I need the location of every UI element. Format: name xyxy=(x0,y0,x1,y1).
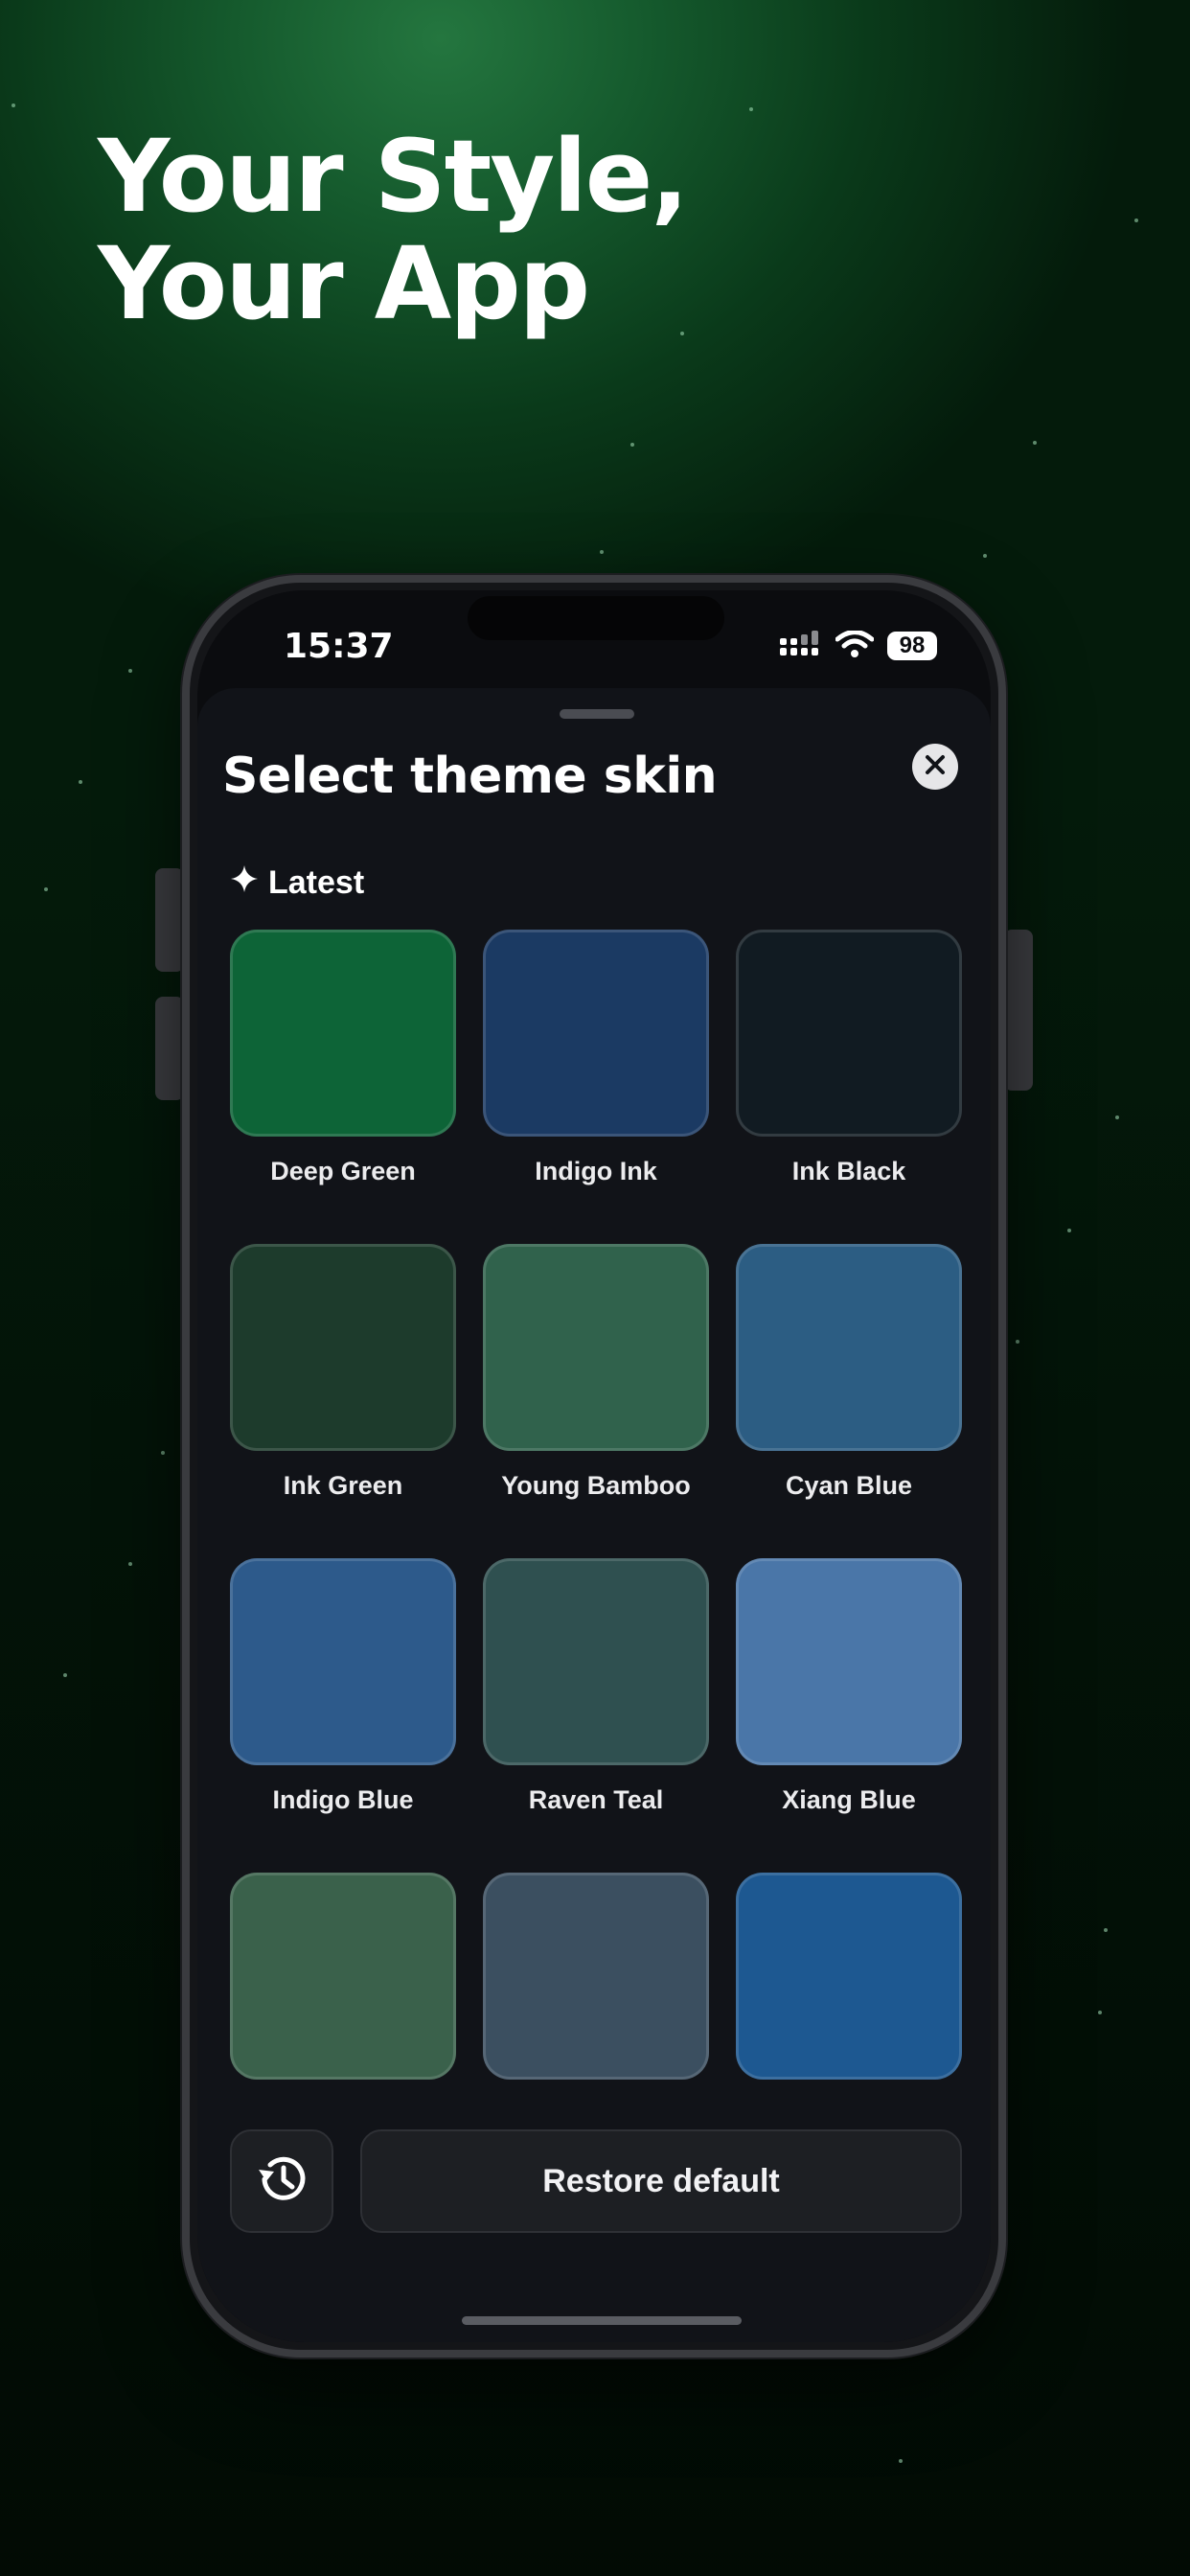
status-icons: 98 xyxy=(780,627,937,665)
theme-swatch[interactable] xyxy=(483,1873,709,2080)
theme-swatch[interactable] xyxy=(736,1558,962,1765)
theme-swatch[interactable] xyxy=(736,1873,962,2080)
theme-swatch[interactable] xyxy=(230,1558,456,1765)
battery-icon: 98 xyxy=(887,632,937,660)
theme-swatch[interactable] xyxy=(230,1244,456,1451)
phone-volume-down-button xyxy=(155,997,184,1100)
theme-swatch[interactable] xyxy=(230,1873,456,2080)
sheet-grabber[interactable] xyxy=(560,709,634,719)
wifi-icon xyxy=(835,629,875,662)
star-decoration xyxy=(899,2459,903,2463)
dynamic-island xyxy=(468,596,724,640)
phone-screen: 15:37 98 Select theme skin Latest Deep G… xyxy=(197,590,991,2342)
theme-swatch[interactable] xyxy=(230,930,456,1137)
theme-swatch[interactable] xyxy=(483,930,709,1137)
phone-power-button xyxy=(1004,930,1033,1091)
star-decoration xyxy=(1067,1229,1071,1232)
status-time: 15:37 xyxy=(284,627,394,666)
star-decoration xyxy=(128,1562,132,1566)
star-decoration xyxy=(1098,2011,1102,2014)
star-decoration xyxy=(1033,441,1037,445)
theme-option[interactable]: Ink Green xyxy=(230,1244,456,1501)
star-decoration xyxy=(749,107,753,111)
history-button[interactable] xyxy=(230,2129,333,2233)
star-decoration xyxy=(79,780,82,784)
theme-option[interactable]: Indigo Blue xyxy=(230,1558,456,1815)
star-decoration xyxy=(63,1673,67,1677)
theme-option[interactable] xyxy=(483,1873,709,2080)
phone-frame: 15:37 98 Select theme skin Latest Deep G… xyxy=(182,575,1006,2358)
star-decoration xyxy=(600,550,604,554)
star-decoration xyxy=(1115,1116,1119,1119)
theme-swatch[interactable] xyxy=(736,1244,962,1451)
theme-swatch[interactable] xyxy=(483,1558,709,1765)
theme-option[interactable]: Deep Green xyxy=(230,930,456,1186)
theme-option[interactable]: Young Bamboo xyxy=(483,1244,709,1501)
theme-name: Raven Teal xyxy=(528,1785,664,1814)
theme-name: Xiang Blue xyxy=(782,1785,916,1814)
headline-line-1: Your Style, xyxy=(98,118,689,235)
theme-name: Indigo Blue xyxy=(272,1785,414,1814)
theme-name: Ink Green xyxy=(283,1471,403,1500)
star-decoration xyxy=(128,669,132,673)
theme-name: Deep Green xyxy=(270,1157,416,1185)
theme-option[interactable]: Raven Teal xyxy=(483,1558,709,1815)
theme-option[interactable]: Xiang Blue xyxy=(736,1558,962,1815)
star-decoration xyxy=(161,1451,165,1455)
sheet-title: Select theme skin xyxy=(222,748,718,805)
star-decoration xyxy=(44,887,48,891)
theme-sheet: Select theme skin Latest Deep Green Indig… xyxy=(197,688,991,2342)
theme-option[interactable]: Indigo Ink xyxy=(483,930,709,1186)
home-indicator[interactable] xyxy=(462,2316,742,2325)
star-decoration xyxy=(1016,1340,1019,1344)
theme-name: Indigo Ink xyxy=(535,1157,657,1185)
signal-icon xyxy=(780,630,822,662)
star-decoration xyxy=(1104,1928,1108,1932)
theme-option[interactable] xyxy=(736,1873,962,2080)
theme-grid: Deep Green Indigo Ink Ink Black Ink Green Yo… xyxy=(230,930,962,2080)
close-button[interactable] xyxy=(912,744,958,790)
sparkle-icon xyxy=(230,864,259,902)
restore-default-button[interactable]: Restore default xyxy=(360,2129,962,2233)
theme-option[interactable] xyxy=(230,1873,456,2080)
theme-swatch[interactable] xyxy=(483,1244,709,1451)
star-decoration xyxy=(1134,218,1138,222)
headline: Your Style, Your App xyxy=(98,118,689,342)
star-decoration xyxy=(983,554,987,558)
theme-name: Young Bamboo xyxy=(501,1471,691,1500)
theme-name: Cyan Blue xyxy=(785,1471,913,1500)
star-decoration xyxy=(11,104,15,107)
bottom-actions: Restore default xyxy=(230,2129,962,2233)
section-latest: Latest xyxy=(230,864,364,902)
section-latest-label: Latest xyxy=(268,864,365,901)
close-icon xyxy=(925,754,946,780)
history-icon xyxy=(251,2149,312,2215)
phone-volume-up-button xyxy=(155,868,184,972)
theme-swatch[interactable] xyxy=(736,930,962,1137)
theme-option[interactable]: Cyan Blue xyxy=(736,1244,962,1501)
star-decoration xyxy=(630,443,634,447)
theme-option[interactable]: Ink Black xyxy=(736,930,962,1186)
headline-line-2: Your App xyxy=(98,225,590,342)
theme-name: Ink Black xyxy=(791,1157,906,1185)
